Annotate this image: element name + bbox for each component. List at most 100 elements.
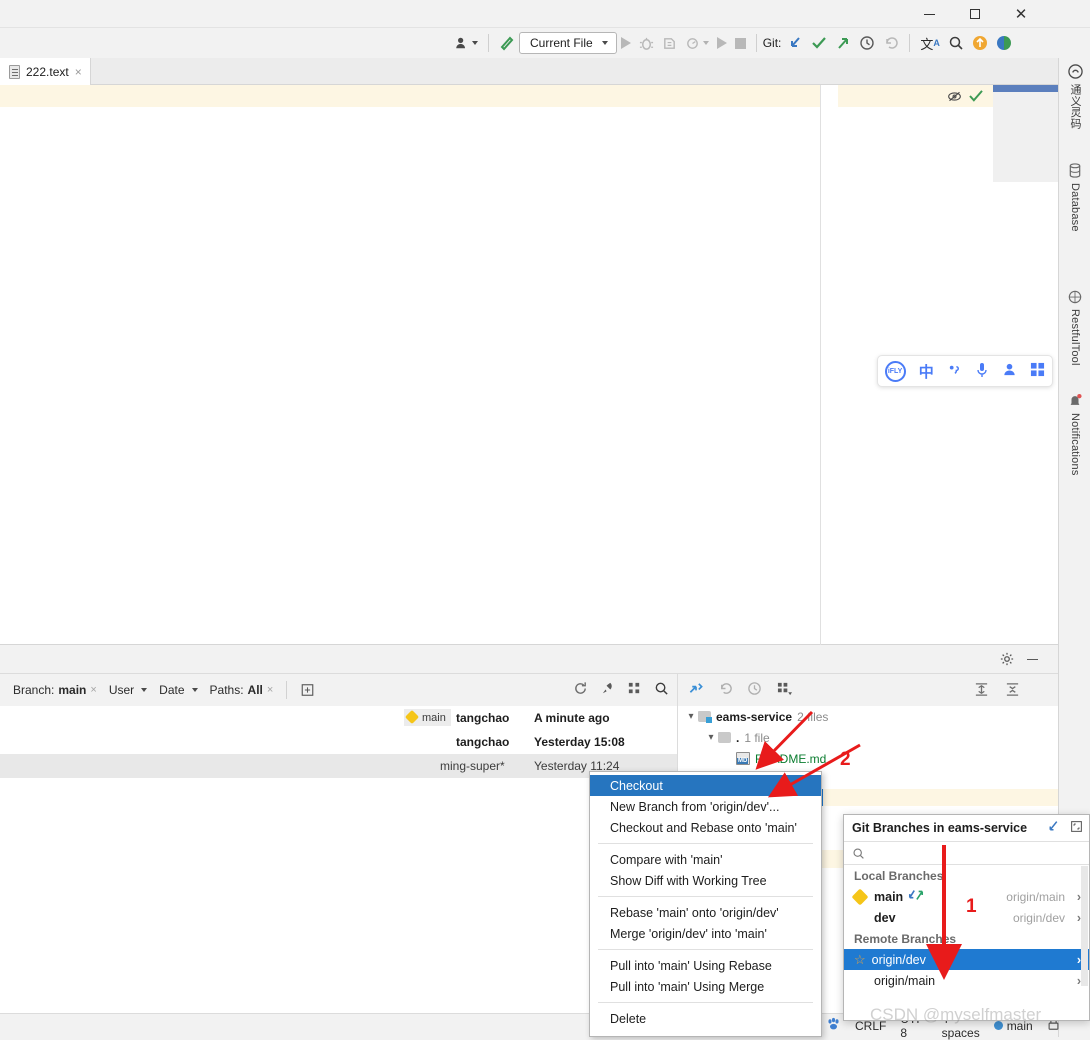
settings-gear-button[interactable]: [1000, 652, 1014, 669]
inspection-widget[interactable]: [940, 85, 993, 107]
ai-assistant-button[interactable]: [993, 31, 1015, 55]
menu-item-checkout-and-rebase[interactable]: Checkout and Rebase onto 'main': [590, 817, 821, 838]
chevron-down-icon[interactable]: ▾: [684, 711, 698, 722]
popup-scrollbar[interactable]: [1081, 866, 1088, 986]
favorite-star-icon[interactable]: ☆: [854, 952, 866, 968]
intellisort-button[interactable]: [627, 681, 642, 699]
menu-item-delete[interactable]: Delete: [590, 1008, 821, 1029]
chevron-down-icon[interactable]: ▾: [704, 732, 718, 743]
revert-button[interactable]: [718, 681, 733, 699]
git-pull-button[interactable]: [784, 31, 806, 55]
menu-item-pull-merge[interactable]: Pull into 'main' Using Merge: [590, 976, 821, 997]
commit-list[interactable]: main tangchao A minute ago tangchao Yest…: [0, 706, 678, 1037]
maximize-popup-button[interactable]: [1070, 820, 1083, 836]
translate-button[interactable]: 文A: [917, 31, 943, 55]
git-commit-button[interactable]: [808, 31, 830, 55]
group-by-button[interactable]: [776, 681, 793, 699]
tree-highlight-band: [823, 789, 1058, 806]
tree-row-directory[interactable]: ▾ . 1 file: [678, 727, 1058, 748]
run-button[interactable]: [618, 31, 634, 55]
editor-tab-222-text[interactable]: 222.text ×: [0, 58, 91, 85]
open-settings-icon: [1049, 821, 1058, 831]
rollback-icon: [721, 683, 732, 694]
current-branch-tag-icon: [851, 888, 869, 905]
paths-filter[interactable]: Paths: All ×: [205, 681, 279, 699]
branch-row-origin-main[interactable]: origin/main ›: [844, 970, 1089, 991]
run-alt-button[interactable]: [714, 31, 730, 55]
chevron-down-icon: [472, 41, 478, 45]
ime-punctuation-button[interactable]: [947, 362, 962, 380]
table-row[interactable]: ming-super* Yesterday 11:24: [0, 754, 677, 778]
tree-row-file[interactable]: MD README.md: [678, 748, 1058, 769]
baidu-paw-icon[interactable]: [826, 1017, 841, 1034]
sidebar-item-restfultool[interactable]: RestfulTool: [1059, 290, 1090, 366]
table-row[interactable]: tangchao Yesterday 15:08: [0, 730, 677, 754]
refresh-button[interactable]: [573, 681, 588, 699]
collapse-all-button[interactable]: [1005, 682, 1020, 700]
paths-filter-clear-icon[interactable]: ×: [267, 684, 273, 696]
menu-item-compare-with[interactable]: Compare with 'main': [590, 849, 821, 870]
tab-close-icon[interactable]: ×: [75, 65, 82, 79]
inspection-ok-icon: [969, 90, 983, 102]
menu-item-new-branch[interactable]: New Branch from 'origin/dev'...: [590, 796, 821, 817]
branch-name: origin/main: [874, 973, 936, 988]
menu-item-pull-rebase[interactable]: Pull into 'main' Using Rebase: [590, 955, 821, 976]
columns-icon: [628, 682, 640, 694]
ime-floating-toolbar[interactable]: iFLY 中: [877, 355, 1053, 387]
user-avatar-button[interactable]: [451, 31, 481, 55]
file-history-button[interactable]: [747, 681, 762, 699]
git-log-filter-bar: Branch: main × User Date Paths: All ×: [0, 674, 678, 706]
profile-button[interactable]: [682, 31, 712, 55]
window-maximize-button[interactable]: [952, 0, 998, 28]
show-diff-button[interactable]: [688, 681, 704, 699]
window-minimize-button[interactable]: [906, 0, 952, 28]
date-filter-label: Date: [159, 683, 185, 697]
window-close-button[interactable]: ✕: [998, 0, 1044, 28]
ime-user-button[interactable]: [1002, 362, 1017, 380]
date-filter[interactable]: Date: [154, 681, 202, 699]
sidebar-label-notifications: Notifications: [1069, 413, 1081, 476]
branch-row-origin-dev[interactable]: ☆ origin/dev ›: [844, 949, 1089, 970]
tree-row-repository[interactable]: ▾ eams-service 2 files: [678, 706, 1058, 727]
run-configuration-selector[interactable]: Current File: [519, 32, 617, 54]
ime-voice-button[interactable]: [975, 362, 989, 381]
tab-label: 222.text: [26, 64, 69, 79]
right-margin-guide: [820, 85, 821, 645]
minimize-icon: [923, 13, 935, 15]
hide-tool-window-button[interactable]: [1027, 659, 1038, 660]
sidebar-item-tongyi[interactable]: 通义灵码: [1059, 64, 1090, 129]
user-filter[interactable]: User: [104, 681, 152, 699]
sidebar-item-notifications[interactable]: Notifications: [1059, 393, 1090, 476]
sidebar-item-database[interactable]: Database: [1059, 163, 1090, 232]
rollback-button[interactable]: [880, 31, 902, 55]
menu-item-rebase[interactable]: Rebase 'main' onto 'origin/dev': [590, 902, 821, 923]
menu-item-merge[interactable]: Merge 'origin/dev' into 'main': [590, 923, 821, 944]
branch-search-field[interactable]: [844, 841, 1089, 865]
log-search-button[interactable]: [654, 681, 669, 699]
ime-chinese-mode-button[interactable]: 中: [919, 361, 934, 382]
table-row[interactable]: main tangchao A minute ago: [0, 706, 677, 730]
open-in-window-button[interactable]: [1047, 820, 1060, 836]
menu-item-checkout[interactable]: Checkout: [590, 775, 821, 796]
expand-all-button[interactable]: [974, 682, 989, 700]
ime-apps-button[interactable]: [1030, 362, 1045, 380]
build-button[interactable]: [496, 31, 518, 55]
debug-button[interactable]: [636, 31, 657, 55]
branch-context-menu[interactable]: Checkout New Branch from 'origin/dev'...…: [589, 771, 822, 1037]
highlight-branch-button[interactable]: [600, 681, 615, 699]
git-push-button[interactable]: [832, 31, 854, 55]
paths-filter-label: Paths:: [209, 683, 244, 697]
menu-item-show-diff[interactable]: Show Diff with Working Tree: [590, 870, 821, 891]
stop-button[interactable]: [732, 31, 749, 55]
branch-filter-clear-icon[interactable]: ×: [90, 684, 96, 696]
chevron-down-icon: [702, 41, 709, 45]
run-with-coverage-button[interactable]: [659, 31, 680, 55]
search-everywhere-button[interactable]: [945, 31, 967, 55]
update-project-button[interactable]: [969, 31, 991, 55]
history-button[interactable]: [856, 31, 878, 55]
search-input[interactable]: [871, 845, 1061, 861]
collapse-all-icon: [1006, 683, 1019, 696]
open-new-log-tab-button[interactable]: [295, 681, 320, 699]
branch-filter[interactable]: Branch: main ×: [8, 681, 102, 699]
file-name: README.md: [755, 751, 827, 766]
